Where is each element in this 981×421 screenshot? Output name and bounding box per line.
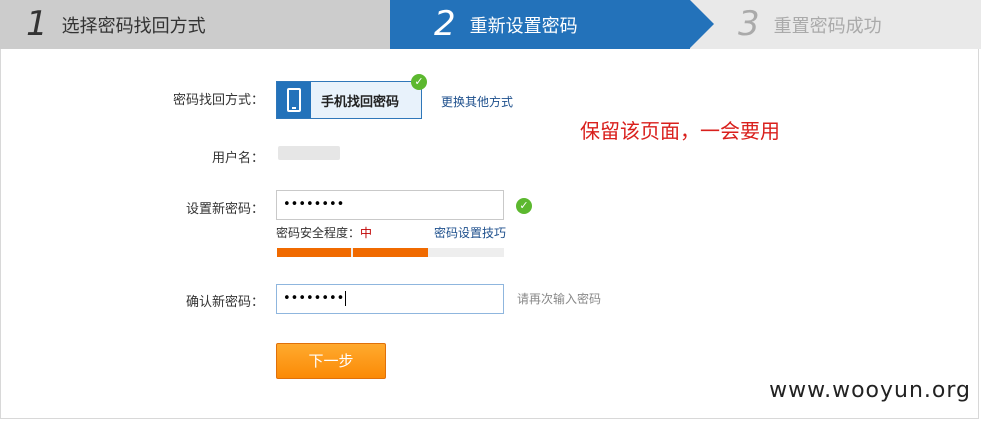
change-method-link[interactable]: 更换其他方式	[441, 93, 513, 110]
step-2-arrow	[690, 0, 714, 48]
step-1-label: 选择密码找回方式	[61, 15, 206, 37]
new-password-value: ••••••••	[283, 197, 345, 212]
strength-label: 密码安全程度：中	[276, 224, 372, 241]
confirm-password-label: 确认新密码：	[185, 295, 264, 310]
step-indicator: 1 选择密码找回方式 2 重新设置密码 3 重置密码成功	[0, 0, 981, 49]
username-value-redacted	[278, 146, 340, 160]
step-3: 3 重置密码成功	[738, 0, 981, 49]
new-password-input[interactable]: ••••••••	[276, 190, 504, 220]
strength-segment-2	[353, 248, 428, 257]
text-caret	[345, 291, 347, 306]
password-tips-link[interactable]: 密码设置技巧	[434, 224, 506, 241]
watermark: www.wooyun.org	[769, 378, 971, 403]
confirm-password-hint: 请再次输入密码	[517, 292, 602, 306]
new-password-label: 设置新密码：	[185, 202, 264, 217]
step-1: 1 选择密码找回方式	[0, 0, 390, 49]
strength-segment-1	[277, 248, 351, 257]
step-3-label: 重置密码成功	[773, 15, 882, 37]
step-1-number: 1	[26, 4, 48, 44]
annotation-note: 保留该页面，一会要用	[580, 119, 780, 143]
step-2: 2 重新设置密码	[390, 0, 690, 49]
step-3-number: 3	[738, 4, 760, 44]
strength-meter	[277, 248, 504, 257]
check-circle-icon: ✓	[411, 74, 427, 90]
step-2-number: 2	[434, 4, 456, 44]
next-step-button[interactable]: 下一步	[276, 343, 386, 379]
check-circle-icon: ✓	[516, 198, 532, 214]
recovery-method-box: 手机找回密码	[276, 81, 422, 119]
confirm-password-value: ••••••••	[283, 291, 345, 306]
strength-label-text: 密码安全程度：	[276, 226, 361, 240]
recovery-method-name: 手机找回密码	[321, 94, 400, 110]
step-2-label: 重新设置密码	[469, 15, 578, 37]
method-label: 密码找回方式：	[172, 93, 264, 108]
confirm-password-input[interactable]: ••••••••	[276, 284, 504, 314]
username-label: 用户名：	[211, 151, 264, 166]
strength-level: 中	[360, 226, 373, 240]
phone-icon	[277, 82, 311, 118]
